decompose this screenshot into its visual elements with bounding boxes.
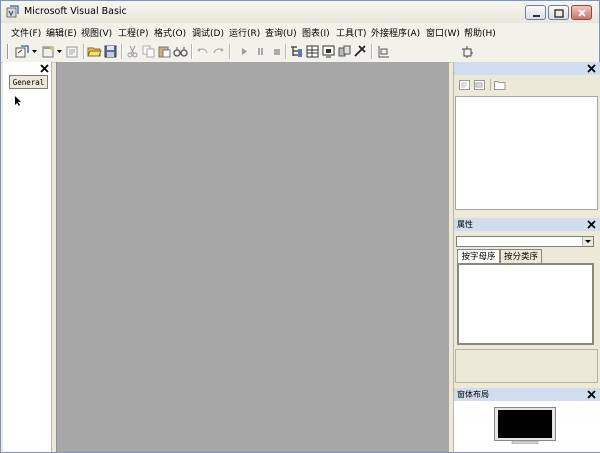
standard-toolbar [1, 41, 599, 63]
maximize-icon [554, 9, 564, 18]
form-layout-body [454, 401, 600, 452]
menu-tools[interactable]: 工具(T) [336, 26, 367, 39]
menu-edit[interactable]: 编辑(E) [46, 26, 77, 39]
project-tree[interactable] [455, 96, 598, 210]
copy-icon[interactable] [141, 44, 156, 59]
pause-icon[interactable] [253, 44, 268, 59]
toolbox-panel: General [3, 62, 52, 452]
title-bar[interactable]: Microsoft Visual Basic [1, 1, 599, 23]
form-layout-header: 窗体布局 [454, 388, 600, 401]
vb-app-icon [6, 5, 19, 18]
paste-icon[interactable] [157, 44, 172, 59]
menu-project[interactable]: 工程(P) [118, 26, 148, 39]
close-button[interactable] [571, 5, 592, 20]
form-layout-title: 窗体布局 [457, 390, 489, 399]
find-icon[interactable] [173, 44, 188, 59]
mdi-client-area [56, 62, 449, 452]
menu-debug[interactable]: 调试(D) [192, 26, 224, 39]
chevron-down-icon[interactable] [32, 50, 37, 54]
add-form-icon[interactable] [41, 44, 56, 59]
project-explorer-icon[interactable] [289, 44, 304, 59]
properties-title: 属性 [457, 220, 473, 229]
position-indicator-icon [462, 46, 473, 58]
tab-categorized[interactable]: 按分类序 [500, 249, 542, 263]
menu-editor-icon[interactable] [65, 44, 80, 59]
toggle-folders-icon[interactable] [494, 80, 506, 90]
menu-addins[interactable]: 外接程序(A) [371, 26, 420, 39]
chevron-down-icon[interactable] [57, 50, 62, 54]
stop-icon[interactable] [269, 44, 284, 59]
open-folder-icon[interactable] [87, 44, 102, 59]
menu-help[interactable]: 帮助(H) [464, 26, 496, 39]
project-explorer-toolbar [454, 75, 600, 95]
property-description-pane [455, 349, 598, 383]
properties-header: 属性 [454, 218, 600, 231]
maximize-button[interactable] [548, 5, 569, 20]
tab-alphabetic[interactable]: 按字母序 [457, 249, 500, 263]
vb-ide-window: Microsoft Visual Basic 文件(F) 编辑(E) 视图(V)… [0, 0, 600, 453]
pointer-tool-icon[interactable] [14, 95, 23, 107]
close-icon[interactable] [586, 63, 597, 74]
toolbox-general-tab[interactable]: General [9, 75, 48, 89]
menu-file[interactable]: 文件(F) [11, 26, 41, 39]
minimize-icon [533, 15, 540, 17]
window-title: Microsoft Visual Basic [24, 6, 127, 17]
menu-run[interactable]: 运行(R) [229, 26, 260, 39]
close-icon [578, 9, 586, 17]
properties-grid[interactable] [457, 263, 594, 345]
add-project-icon[interactable] [15, 44, 30, 59]
properties-window-icon[interactable] [305, 44, 320, 59]
undo-icon[interactable] [195, 44, 210, 59]
menu-window[interactable]: 窗口(W) [426, 26, 460, 39]
menu-view[interactable]: 视图(V) [81, 26, 112, 39]
toolbox-icon[interactable] [353, 44, 368, 59]
chevron-down-icon [585, 240, 591, 243]
redo-icon[interactable] [211, 44, 226, 59]
save-icon[interactable] [103, 44, 118, 59]
project-explorer-header [454, 62, 600, 75]
monitor-preview-icon[interactable] [494, 407, 556, 444]
menu-format[interactable]: 格式(O) [154, 26, 186, 39]
close-icon[interactable] [586, 389, 597, 400]
toolbar-grip[interactable] [7, 44, 9, 59]
minimize-button[interactable] [525, 5, 546, 20]
close-icon[interactable] [39, 63, 50, 74]
data-view-icon[interactable] [376, 44, 391, 59]
menu-diagram[interactable]: 图表(I) [302, 26, 330, 39]
object-browser-icon[interactable] [337, 44, 352, 59]
close-icon[interactable] [586, 219, 597, 230]
form-layout-icon[interactable] [321, 44, 336, 59]
right-dock-pane: 属性 按字母序 按分类序 窗体布局 [453, 62, 600, 452]
menu-query[interactable]: 查询(U) [265, 26, 297, 39]
cut-icon[interactable] [125, 44, 140, 59]
view-object-icon[interactable] [474, 80, 485, 90]
view-code-icon[interactable] [459, 80, 470, 90]
object-selector-dropdown[interactable] [456, 236, 594, 247]
start-icon[interactable] [237, 44, 252, 59]
menu-bar: 文件(F) 编辑(E) 视图(V) 工程(P) 格式(O) 调试(D) 运行(R… [1, 23, 599, 42]
